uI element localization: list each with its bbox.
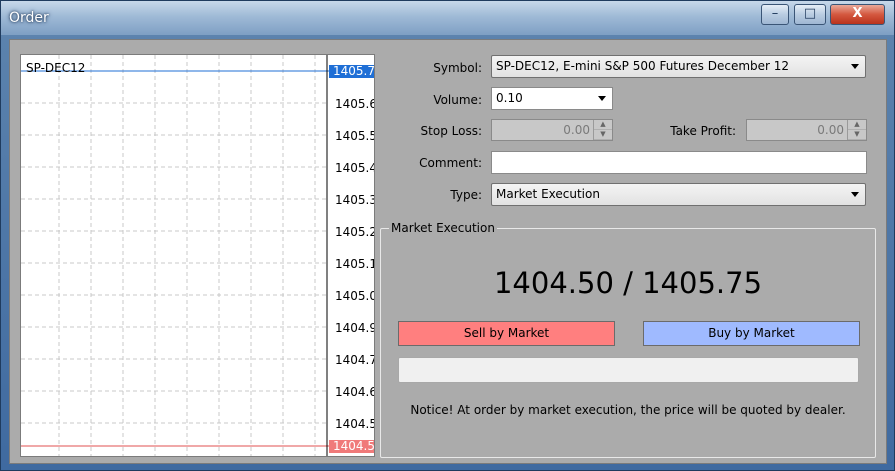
sell-by-market-button[interactable]: Sell by Market xyxy=(398,321,615,346)
volume-combo[interactable]: 0.10 xyxy=(491,87,613,110)
take-profit-spin[interactable]: ▲ ▼ xyxy=(847,120,866,140)
symbol-select[interactable]: SP-DEC12, E-mini S&P 500 Futures Decembe… xyxy=(491,55,866,78)
price-tick: 1405.6 xyxy=(335,97,375,111)
volume-value: 0.10 xyxy=(496,91,523,105)
symbol-value: SP-DEC12, E-mini S&P 500 Futures Decembe… xyxy=(496,59,790,73)
stop-loss-stepper[interactable]: 0.00 ▲ ▼ xyxy=(491,119,613,141)
order-dialog-body: SP-DEC12 1405.6 1405.5 1405.4 1405.3 140… xyxy=(9,39,887,464)
bid-price-tag: 1404.5 xyxy=(329,440,374,453)
comment-input[interactable] xyxy=(491,151,867,174)
notice-text: Notice! At order by market execution, th… xyxy=(410,403,846,417)
spin-down-icon[interactable]: ▼ xyxy=(594,130,612,140)
close-button[interactable]: X xyxy=(830,4,885,25)
price-tick: 1405.3 xyxy=(335,193,375,207)
group-title: Market Execution xyxy=(389,221,497,235)
market-execution-group: Market Execution 1404.50 / 1405.75 Sell … xyxy=(380,221,876,458)
take-profit-value: 0.00 xyxy=(817,123,844,137)
price-tick: 1405.5 xyxy=(335,129,375,143)
tick-chart: SP-DEC12 1405.6 1405.5 1405.4 1405.3 140… xyxy=(20,54,375,457)
price-tick: 1404.7 xyxy=(335,353,375,367)
stop-loss-label: Stop Loss: xyxy=(420,124,482,138)
chevron-down-icon xyxy=(851,64,859,69)
buy-by-market-button[interactable]: Buy by Market xyxy=(643,321,860,346)
type-label: Type: xyxy=(450,188,482,202)
maximize-button[interactable]: □ xyxy=(794,4,826,25)
comment-label: Comment: xyxy=(419,156,482,170)
volume-label: Volume: xyxy=(433,93,482,107)
window-title: Order xyxy=(9,10,49,26)
chevron-down-icon xyxy=(598,96,606,101)
title-bar[interactable]: Order – □ X xyxy=(1,1,894,35)
price-tick: 1404.6 xyxy=(335,385,375,399)
price-tick: 1405.0 xyxy=(335,289,375,303)
bid-ask-prices: 1404.50 / 1405.75 xyxy=(493,266,763,300)
price-tick: 1404.5 xyxy=(335,417,375,431)
execution-progress-bar xyxy=(398,357,859,383)
chart-symbol-label: SP-DEC12 xyxy=(26,61,86,75)
type-value: Market Execution xyxy=(496,187,600,201)
chevron-down-icon xyxy=(851,192,859,197)
minimize-button[interactable]: – xyxy=(761,4,789,25)
take-profit-stepper[interactable]: 0.00 ▲ ▼ xyxy=(746,119,867,141)
order-window: Order – □ X SP-DEC12 1405.6 1405.5 1405.… xyxy=(0,0,895,471)
symbol-label: Symbol: xyxy=(433,61,482,75)
stop-loss-spin[interactable]: ▲ ▼ xyxy=(593,120,612,140)
take-profit-label: Take Profit: xyxy=(670,124,736,138)
ask-price-tag: 1405.7 xyxy=(329,65,374,78)
spin-up-icon[interactable]: ▲ xyxy=(594,120,612,130)
stop-loss-value: 0.00 xyxy=(563,123,590,137)
price-tick: 1405.2 xyxy=(335,225,375,239)
chart-grid xyxy=(21,55,329,456)
spin-up-icon[interactable]: ▲ xyxy=(848,120,866,130)
price-tick: 1405.1 xyxy=(335,257,375,271)
price-tick: 1404.9 xyxy=(335,321,375,335)
price-tick: 1405.4 xyxy=(335,161,375,175)
spin-down-icon[interactable]: ▼ xyxy=(848,130,866,140)
type-select[interactable]: Market Execution xyxy=(491,183,866,206)
